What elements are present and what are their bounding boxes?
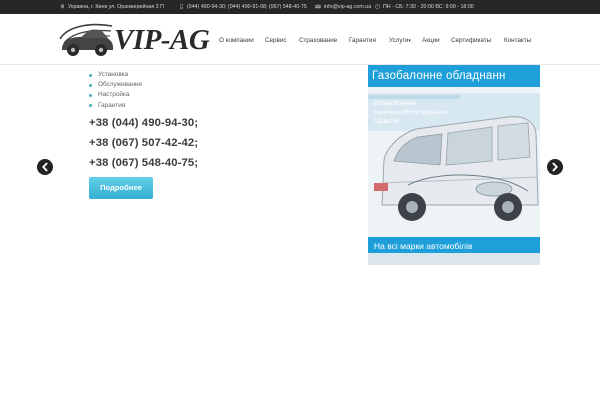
slider-prev-button[interactable]: [37, 159, 53, 175]
envelope-icon: [315, 4, 321, 9]
nav-item-service[interactable]: Сервис: [265, 37, 287, 44]
nav-item-services[interactable]: Услуги▾: [389, 37, 411, 44]
promo-bottom-text: На всі марки автомобілів: [374, 241, 473, 251]
logo-text: VIP-AG: [114, 24, 210, 56]
list-item: Обслуживание: [89, 80, 142, 90]
topbar-email[interactable]: info@vip-ag.com.ua: [315, 0, 371, 14]
car-logo-icon: [59, 23, 113, 56]
services-list: Установка Обслуживание Настройка Гаранти…: [89, 70, 142, 111]
nav-item-certificates[interactable]: Сертификаты: [451, 37, 491, 44]
nav-item-contacts[interactable]: Контакты: [504, 37, 531, 44]
topbar-hours: ПН - СБ: 7:30 - 20:00 ВС: 9:00 - 18:00: [375, 0, 474, 14]
list-item: Гарантия: [89, 101, 142, 111]
promo-line: технічне обслуговування: [374, 109, 449, 116]
nav-item-insurance[interactable]: Страхование: [299, 37, 337, 44]
more-button[interactable]: Подробнее: [89, 177, 153, 199]
topbar-phones[interactable]: (044) 490-94-30; (044) 490-91-08; (067) …: [179, 0, 307, 14]
slider-next-button[interactable]: [547, 159, 563, 175]
topbar-phones-text: (044) 490-94-30; (044) 490-91-08; (067) …: [187, 4, 307, 10]
nav-item-promotions[interactable]: Акции: [422, 37, 440, 44]
promo-title: Газобалонне обладнанн: [372, 70, 506, 82]
location-pin-icon: [60, 3, 65, 9]
caret-down-icon: ▾: [408, 38, 411, 44]
promo-lines: встановлення технічне обслуговування гар…: [374, 99, 449, 126]
promo-line: встановлення: [374, 100, 416, 107]
phone-number-3[interactable]: +38 (067) 548-40-75;: [89, 157, 198, 169]
nav-item-warranty[interactable]: Гарантия: [349, 37, 376, 44]
list-item: Настройка: [89, 90, 142, 100]
phone-number-1[interactable]: +38 (044) 490-94-30;: [89, 117, 198, 129]
topbar-address-text: Украина, г. Киев ул. Оранжерейная 3 П: [68, 4, 164, 10]
topbar-email-text: info@vip-ag.com.ua: [324, 4, 372, 10]
van-illustration: [368, 65, 540, 265]
topbar-address: Украина, г. Киев ул. Оранжерейная 3 П: [60, 0, 164, 14]
clock-icon: [375, 3, 380, 9]
phone-number-2[interactable]: +38 (067) 507-42-42;: [89, 137, 198, 149]
promo-banner-image: Газобалонне обладнанн встановлення техні…: [368, 65, 540, 265]
nav-item-services-label: Услуги: [389, 37, 409, 44]
phone-icon: [179, 3, 184, 9]
topbar-hours-text: ПН - СБ: 7:30 - 20:00 ВС: 9:00 - 18:00: [383, 4, 474, 10]
chevron-right-icon: [552, 162, 558, 172]
site-logo[interactable]: VIP-AG: [58, 18, 210, 60]
promo-line: гарантія: [374, 118, 399, 125]
list-item: Установка: [89, 70, 142, 80]
top-info-bar: Украина, г. Киев ул. Оранжерейная 3 П (0…: [0, 0, 600, 14]
chevron-left-icon: [42, 162, 48, 172]
nav-item-about[interactable]: О компании: [219, 37, 254, 44]
